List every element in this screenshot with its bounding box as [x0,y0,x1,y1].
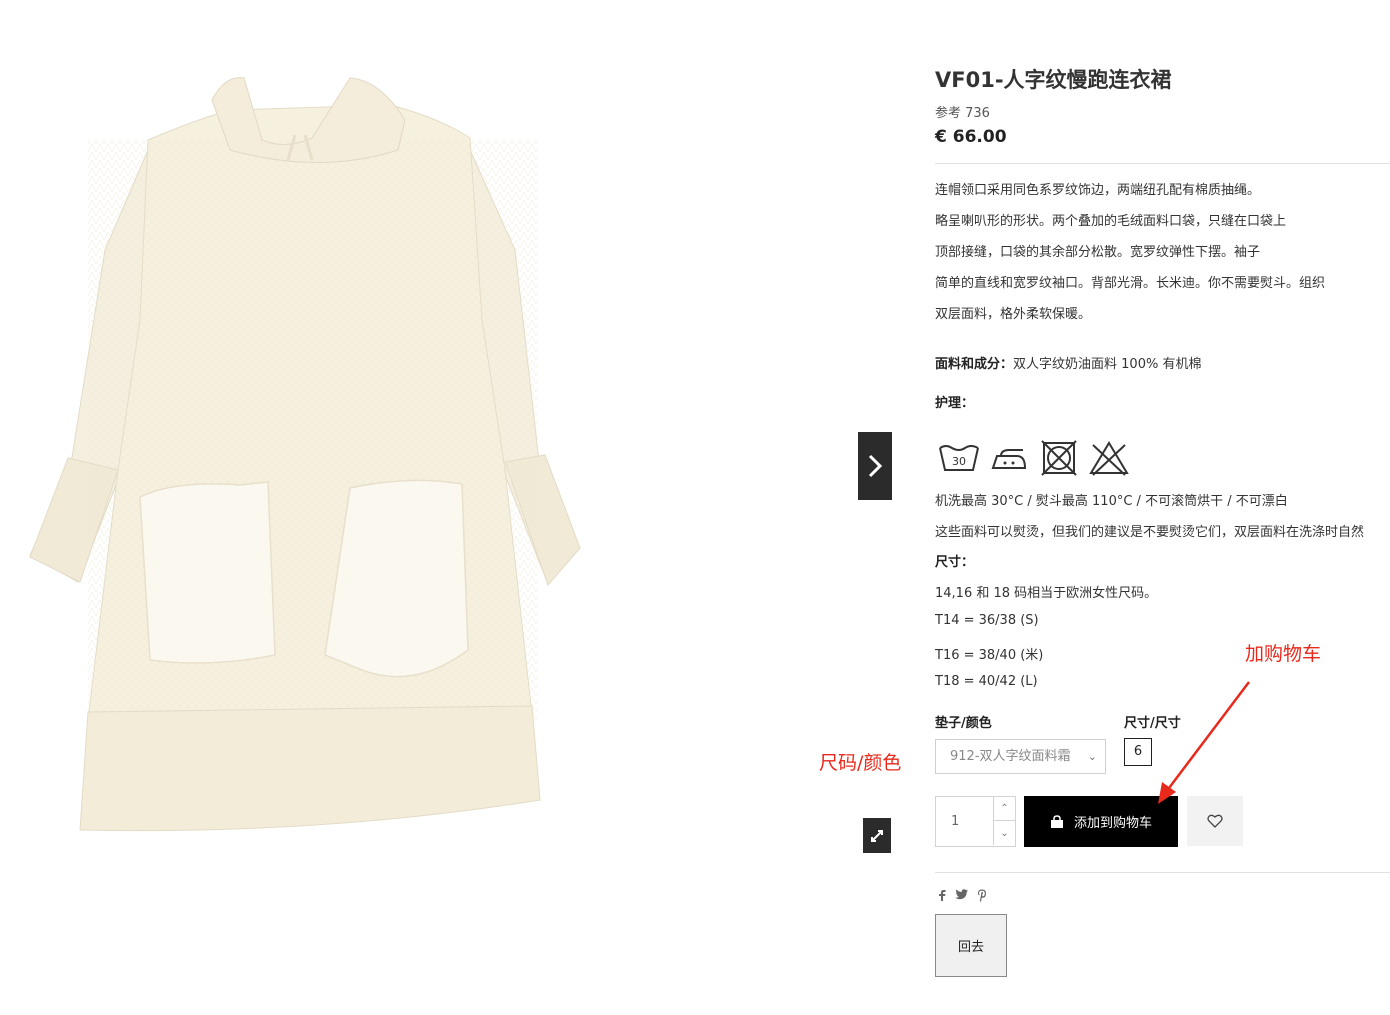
svg-text:30: 30 [952,455,966,468]
social-share [938,889,987,905]
chevron-down-icon: ⌄ [1087,750,1097,763]
quantity-increase-button[interactable]: ⌃ [993,797,1015,821]
heart-icon [1207,814,1223,828]
facebook-icon[interactable] [938,889,946,905]
annotation-size-color: 尺码/颜色 [819,752,902,774]
size-line: T16 = 38/40 (米) [935,648,1044,663]
gallery-next-button[interactable] [858,432,892,500]
size-line: T14 = 36/38 (S) [935,613,1039,628]
color-label: 垫子/颜色 [935,716,992,731]
quantity-input[interactable] [936,797,993,846]
divider [935,163,1390,164]
quantity-decrease-button[interactable]: ⌄ [993,821,1015,845]
description-line: 简单的直线和宽罗纹袖口。背部光滑。长米迪。你不需要熨斗。组织 [935,276,1326,291]
add-to-cart-label: 添加到购物车 [1073,816,1152,831]
care-icons: 30 [937,440,1131,476]
quantity-stepper: ⌃ ⌄ [935,796,1016,847]
chevron-down-icon: ⌄ [1000,827,1009,839]
care-heading: 护理： [935,396,975,411]
product-image [29,77,581,832]
description-line: 略呈喇叭形的形状。两个叠加的毛绒面料口袋，只缝在口袋上 [935,214,1287,229]
size-line: 14,16 和 18 码相当于欧洲女性尺码。 [935,586,1158,601]
fullscreen-button[interactable] [863,818,891,853]
product-reference: 参考 736 [935,106,990,121]
description-line: 双层面料，格外柔软保暖。 [935,307,1092,322]
color-select-value: 912-双人字纹面料霜 [950,749,1071,764]
product-price: € 66.00 [935,127,1007,147]
product-info: VF01-人字纹慢跑连衣裙 参考 736 € 66.00 连帽领口采用同色系罗纹… [935,0,1390,1015]
shopping-bag-icon [1050,814,1063,828]
description-line: 连帽领口采用同色系罗纹饰边，两端纽孔配有棉质抽绳。 [935,183,1261,198]
wash-30-icon: 30 [937,440,981,476]
size-option[interactable]: 6 [1124,738,1152,766]
composition: 面料和成分：双人字纹奶油面料 100% 有机棉 [935,353,1201,372]
care-text: 机洗最高 30°C / 熨斗最高 110°C / 不可滚筒烘干 / 不可漂白 [935,494,1288,509]
twitter-icon[interactable] [955,889,968,905]
chevron-up-icon: ⌃ [1000,803,1009,814]
color-select[interactable]: 912-双人字纹面料霜 ⌄ [935,739,1106,774]
product-title: VF01-人字纹慢跑连衣裙 [935,68,1172,92]
size-heading: 尺寸： [935,555,975,570]
annotation-arrow-icon [1158,681,1250,804]
back-button[interactable]: 回去 [935,914,1007,977]
no-tumble-dry-icon [1037,440,1081,476]
composition-value: 双人字纹奶油面料 100% 有机棉 [1013,357,1202,372]
composition-label: 面料和成分： [935,357,1014,372]
chevron-right-icon [868,454,882,478]
size-line: T18 = 40/42 (L) [935,674,1038,689]
product-gallery [0,0,900,1015]
pinterest-icon[interactable] [977,889,987,905]
description-line: 顶部接缝，口袋的其余部分松散。宽罗纹弹性下摆。袖子 [935,245,1261,260]
expand-icon [871,829,883,842]
iron-medium-icon [987,440,1031,476]
no-bleach-icon [1087,440,1131,476]
annotation-add-cart: 加购物车 [1245,643,1322,665]
divider [935,872,1390,873]
care-note: 这些面料可以熨烫，但我们的建议是不要熨烫它们，双层面料在洗涤时自然 [935,525,1365,540]
